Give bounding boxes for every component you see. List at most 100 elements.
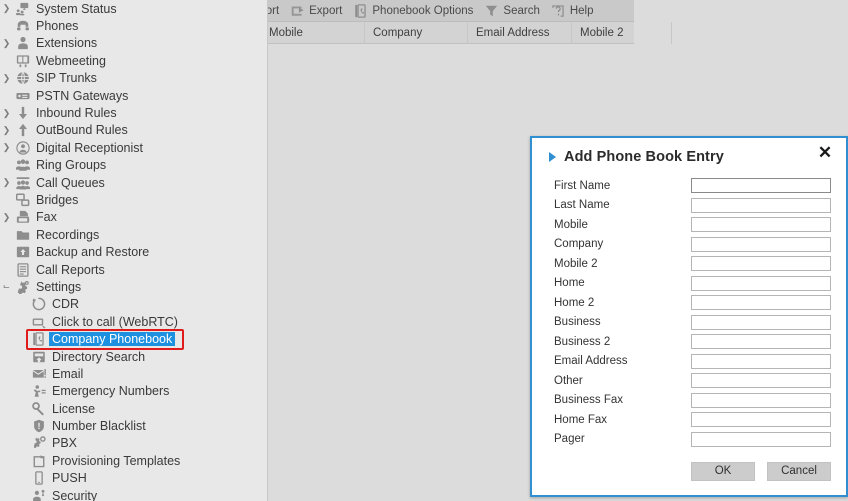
toolbar-button-import[interactable]: Import	[268, 1, 286, 21]
input-first-name[interactable]	[691, 178, 831, 194]
sidebar-item-pstn-gateways[interactable]: PSTN Gateways	[0, 87, 267, 104]
navigation-sidebar[interactable]: ❯ System Status Phones ❯ Extensions Webmeetin…	[0, 0, 268, 501]
toolbar-button-label: Help	[569, 4, 594, 17]
sidebar-item-label: License	[52, 401, 96, 416]
sidebar-item-bridges[interactable]: Bridges	[0, 191, 267, 208]
toolbar-button-phonebook-options[interactable]: Phonebook Options	[349, 1, 480, 21]
fax-icon	[13, 210, 32, 225]
gateway-icon	[13, 88, 32, 103]
security-icon	[29, 488, 48, 501]
chevron-right-icon[interactable]: ❯	[0, 125, 13, 135]
toolbar-button-label: Search	[503, 4, 540, 17]
sidebar-item-backup-and-restore[interactable]: Backup and Restore	[0, 243, 267, 260]
sidebar-item-recordings[interactable]: Recordings	[0, 226, 267, 243]
phone-icon	[13, 19, 32, 34]
field-label-home: Home	[554, 277, 585, 290]
field-row: First Name	[532, 176, 846, 196]
phonebook-icon	[352, 3, 369, 19]
sidebar-item-label: Inbound Rules	[36, 106, 117, 121]
chevron-right-icon[interactable]: ❯	[0, 212, 13, 222]
sidebar-item-security[interactable]: Security	[0, 487, 267, 501]
field-row: Pager	[532, 430, 846, 450]
sidebar-item-label: Backup and Restore	[36, 245, 150, 260]
phonebook-toolbar[interactable]: AddEditDeleteImportExportPhonebook Optio…	[268, 0, 634, 22]
sidebar-item-label: Emergency Numbers	[52, 384, 170, 399]
backup-icon	[13, 245, 32, 260]
sidebar-item-pbx[interactable]: PBX	[0, 435, 267, 452]
sidebar-item-label: OutBound Rules	[36, 123, 128, 138]
sidebar-item-call-queues[interactable]: ❯ Call Queues	[0, 174, 267, 191]
sidebar-item-call-reports[interactable]: Call Reports	[0, 261, 267, 278]
dialog-title: Add Phone Book Entry	[564, 149, 724, 165]
sidebar-item-label: Phones	[36, 19, 79, 34]
sidebar-item-inbound-rules[interactable]: ❯ Inbound Rules	[0, 104, 267, 121]
input-home-2[interactable]	[691, 295, 831, 311]
sidebar-item-digital-receptionist[interactable]: ❯ Digital Receptionist	[0, 139, 267, 156]
input-mobile[interactable]	[691, 217, 831, 233]
sidebar-item-emergency-numbers[interactable]: Emergency Numbers	[0, 383, 267, 400]
chevron-right-icon[interactable]: ❯	[0, 108, 13, 118]
sidebar-item-email[interactable]: Email	[0, 365, 267, 382]
chevron-right-icon[interactable]: ❯	[0, 73, 13, 83]
input-home-fax[interactable]	[691, 412, 831, 428]
sidebar-item-sip-trunks[interactable]: ❯ SIP Trunks	[0, 70, 267, 87]
sidebar-item-settings[interactable]: ⌐ Settings	[0, 278, 267, 295]
sidebar-item-phones[interactable]: Phones	[0, 17, 267, 34]
sidebar-item-label: PSTN Gateways	[36, 88, 129, 103]
sidebar-item-fax[interactable]: ❯ Fax	[0, 209, 267, 226]
toolbar-button-label: Phonebook Options	[372, 4, 474, 17]
triangle-marker-icon	[549, 152, 556, 162]
field-row: Company	[532, 235, 846, 255]
sidebar-item-provisioning-templates[interactable]: Provisioning Templates	[0, 452, 267, 469]
toolbar-button-search[interactable]: Search	[480, 1, 546, 21]
chevron-right-icon[interactable]: ❯	[0, 38, 13, 48]
input-other[interactable]	[691, 373, 831, 389]
toolbar-button-help[interactable]: Help	[547, 1, 601, 21]
close-icon[interactable]: ✕	[815, 143, 835, 163]
field-row: Home	[532, 274, 846, 294]
input-company[interactable]	[691, 236, 831, 252]
sidebar-item-cdr[interactable]: CDR	[0, 296, 267, 313]
input-pager[interactable]	[691, 431, 831, 447]
column-header-company[interactable]: Company	[365, 21, 468, 44]
input-email-address[interactable]	[691, 353, 831, 369]
sidebar-item-directory-search[interactable]: Directory Search	[0, 348, 267, 365]
chevron-right-icon[interactable]: ❯	[0, 4, 13, 13]
input-mobile-2[interactable]	[691, 256, 831, 272]
ok-button[interactable]: OK	[691, 462, 755, 481]
push-icon	[29, 471, 48, 486]
phonebook-table-header[interactable]: First NameLast NameMobileCompanyEmail Ad…	[268, 21, 672, 44]
add-phone-book-entry-dialog[interactable]: Add Phone Book Entry ✕ First Name Last Na…	[530, 136, 848, 497]
sidebar-item-license[interactable]: License	[0, 400, 267, 417]
system-status-icon	[13, 1, 32, 16]
navigation-list: ❯ System Status Phones ❯ Extensions Webmeetin…	[0, 0, 267, 501]
field-label-business: Business	[554, 316, 601, 329]
sidebar-item-outbound-rules[interactable]: ❯ OutBound Rules	[0, 122, 267, 139]
column-header-email-address[interactable]: Email Address	[468, 21, 572, 44]
pbx-gear-icon	[29, 436, 48, 451]
chevron-expanded-icon[interactable]: ⌐	[0, 281, 13, 293]
export-arrow-icon	[289, 3, 306, 19]
sidebar-item-ring-groups[interactable]: Ring Groups	[0, 157, 267, 174]
sidebar-item-extensions[interactable]: ❯ Extensions	[0, 35, 267, 52]
input-home[interactable]	[691, 275, 831, 291]
input-business[interactable]	[691, 314, 831, 330]
chevron-right-icon[interactable]: ❯	[0, 143, 13, 152]
input-business-2[interactable]	[691, 334, 831, 350]
sidebar-item-push[interactable]: PUSH	[0, 470, 267, 487]
sidebar-item-click-to-call-webrtc[interactable]: Click to call (WebRTC)	[0, 313, 267, 330]
column-header-mobile[interactable]: Mobile	[268, 21, 365, 44]
sidebar-item-number-blacklist[interactable]: Number Blacklist	[0, 417, 267, 434]
chevron-right-icon[interactable]: ❯	[0, 178, 13, 187]
sidebar-item-label: Provisioning Templates	[52, 453, 181, 468]
input-business-fax[interactable]	[691, 392, 831, 408]
input-last-name[interactable]	[691, 197, 831, 213]
column-header-mobile-2[interactable]: Mobile 2	[572, 21, 672, 44]
toolbar-button-export[interactable]: Export	[286, 1, 349, 21]
sidebar-item-company-phonebook[interactable]: Company Phonebook	[0, 330, 267, 347]
click-to-call-icon	[29, 314, 48, 329]
sidebar-item-webmeeting[interactable]: Webmeeting	[0, 52, 267, 69]
email-icon	[29, 366, 48, 381]
sidebar-item-system-status[interactable]: ❯ System Status	[0, 0, 267, 17]
cancel-button[interactable]: Cancel	[767, 462, 831, 481]
